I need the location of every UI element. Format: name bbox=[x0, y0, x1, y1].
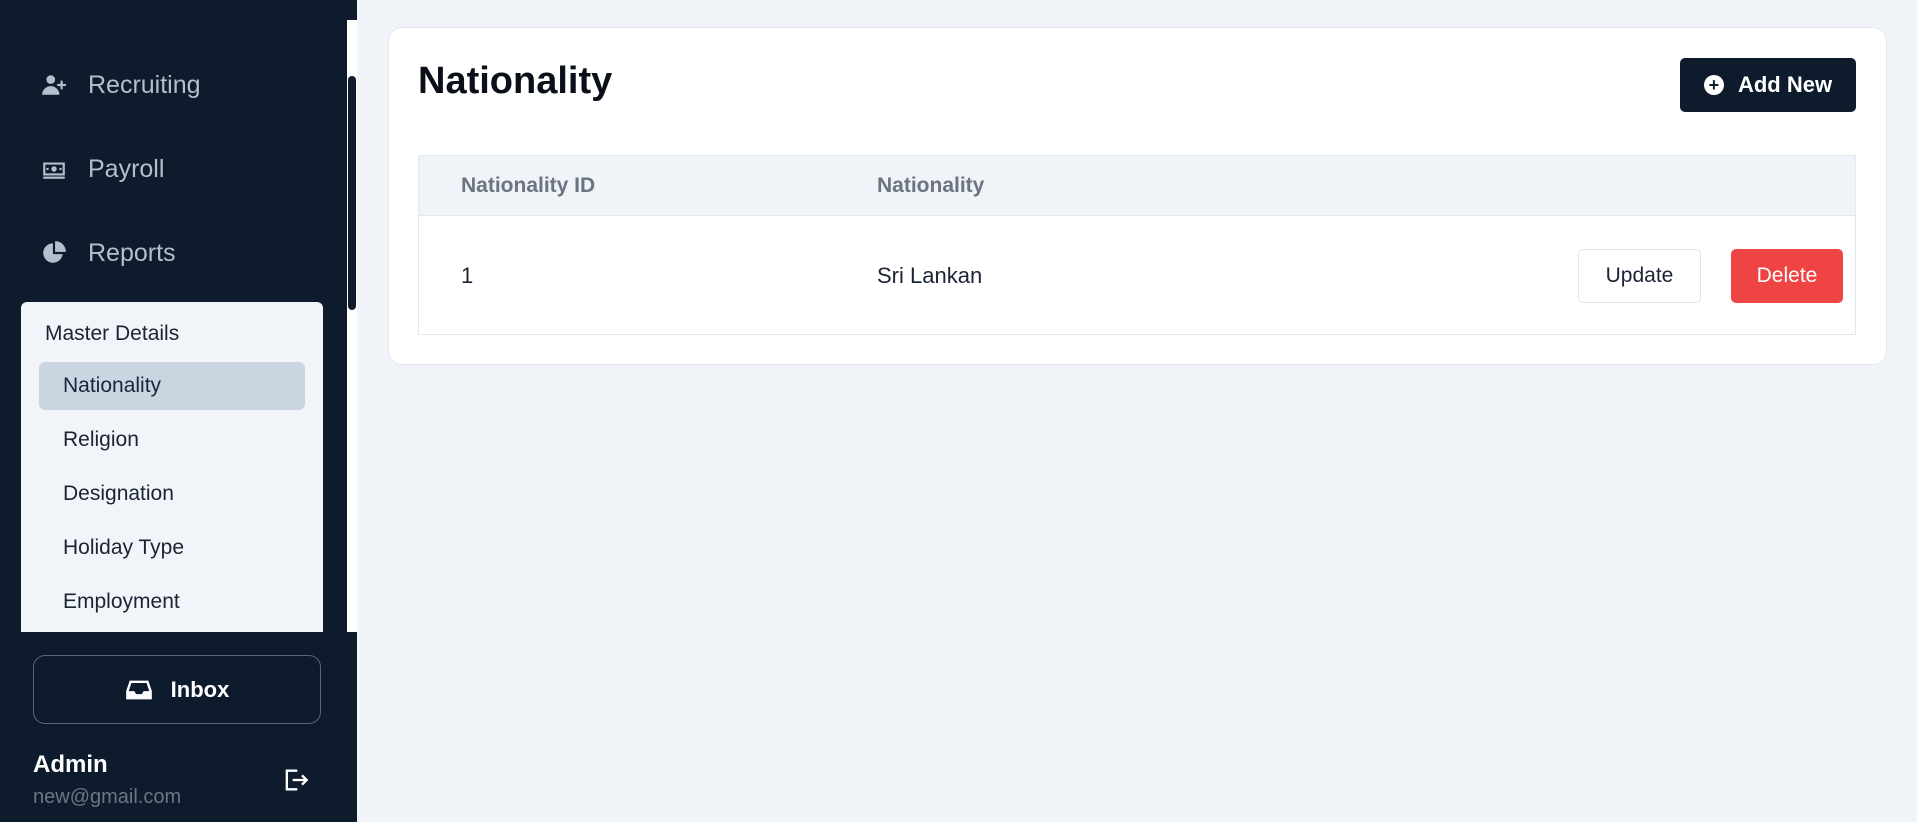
nav-item-recruiting[interactable]: Recruiting bbox=[40, 60, 201, 110]
nav-item-label: Recruiting bbox=[88, 70, 201, 99]
delete-button[interactable]: Delete bbox=[1731, 249, 1843, 303]
submenu-item-employment[interactable]: Employment bbox=[39, 578, 305, 626]
content-card: Nationality + Add New Nationality ID Nat… bbox=[388, 27, 1887, 365]
add-new-button[interactable]: + Add New bbox=[1680, 58, 1856, 112]
submenu-item-nationality[interactable]: Nationality bbox=[39, 362, 305, 410]
submenu-item-designation[interactable]: Designation bbox=[39, 470, 305, 518]
table-row: 1 Sri Lankan Update Delete bbox=[419, 217, 1855, 335]
page-title: Nationality bbox=[418, 60, 613, 102]
cell-nationality-id: 1 bbox=[461, 263, 474, 288]
nav-item-reports[interactable]: Reports bbox=[40, 228, 176, 278]
nav-item-label: Reports bbox=[88, 238, 176, 267]
submenu-item-holiday-type[interactable]: Holiday Type bbox=[39, 524, 305, 572]
master-details-submenu: Master Details Nationality Religion Desi… bbox=[21, 302, 323, 632]
table-header: Nationality ID Nationality bbox=[419, 156, 1855, 216]
column-header-id: Nationality ID bbox=[461, 174, 596, 197]
plus-circle-icon: + bbox=[1703, 75, 1724, 95]
nav-item-payroll[interactable]: Payroll bbox=[40, 144, 164, 194]
cell-nationality: Sri Lankan bbox=[877, 263, 983, 288]
sidebar-scrollbar-thumb[interactable] bbox=[348, 76, 356, 310]
user-name: Admin bbox=[33, 751, 108, 778]
user-plus-icon bbox=[40, 71, 68, 99]
submenu-title: Master Details bbox=[45, 322, 180, 345]
nationality-table: Nationality ID Nationality 1 Sri Lankan … bbox=[418, 155, 1856, 335]
update-button[interactable]: Update bbox=[1578, 249, 1701, 303]
inbox-icon bbox=[125, 680, 152, 699]
inbox-button[interactable]: Inbox bbox=[33, 655, 321, 724]
submenu-item-religion[interactable]: Religion bbox=[39, 416, 305, 464]
add-new-label: Add New bbox=[1737, 72, 1833, 97]
money-icon bbox=[40, 155, 68, 183]
user-email: new@gmail.com bbox=[33, 786, 182, 808]
nav-item-label: Payroll bbox=[88, 154, 165, 183]
pie-chart-icon bbox=[40, 239, 68, 267]
logout-icon[interactable] bbox=[281, 766, 309, 794]
inbox-label: Inbox bbox=[170, 676, 230, 702]
column-header-nationality: Nationality bbox=[877, 174, 985, 197]
sidebar: Recruiting Payroll Reports Master Detail… bbox=[0, 0, 357, 822]
